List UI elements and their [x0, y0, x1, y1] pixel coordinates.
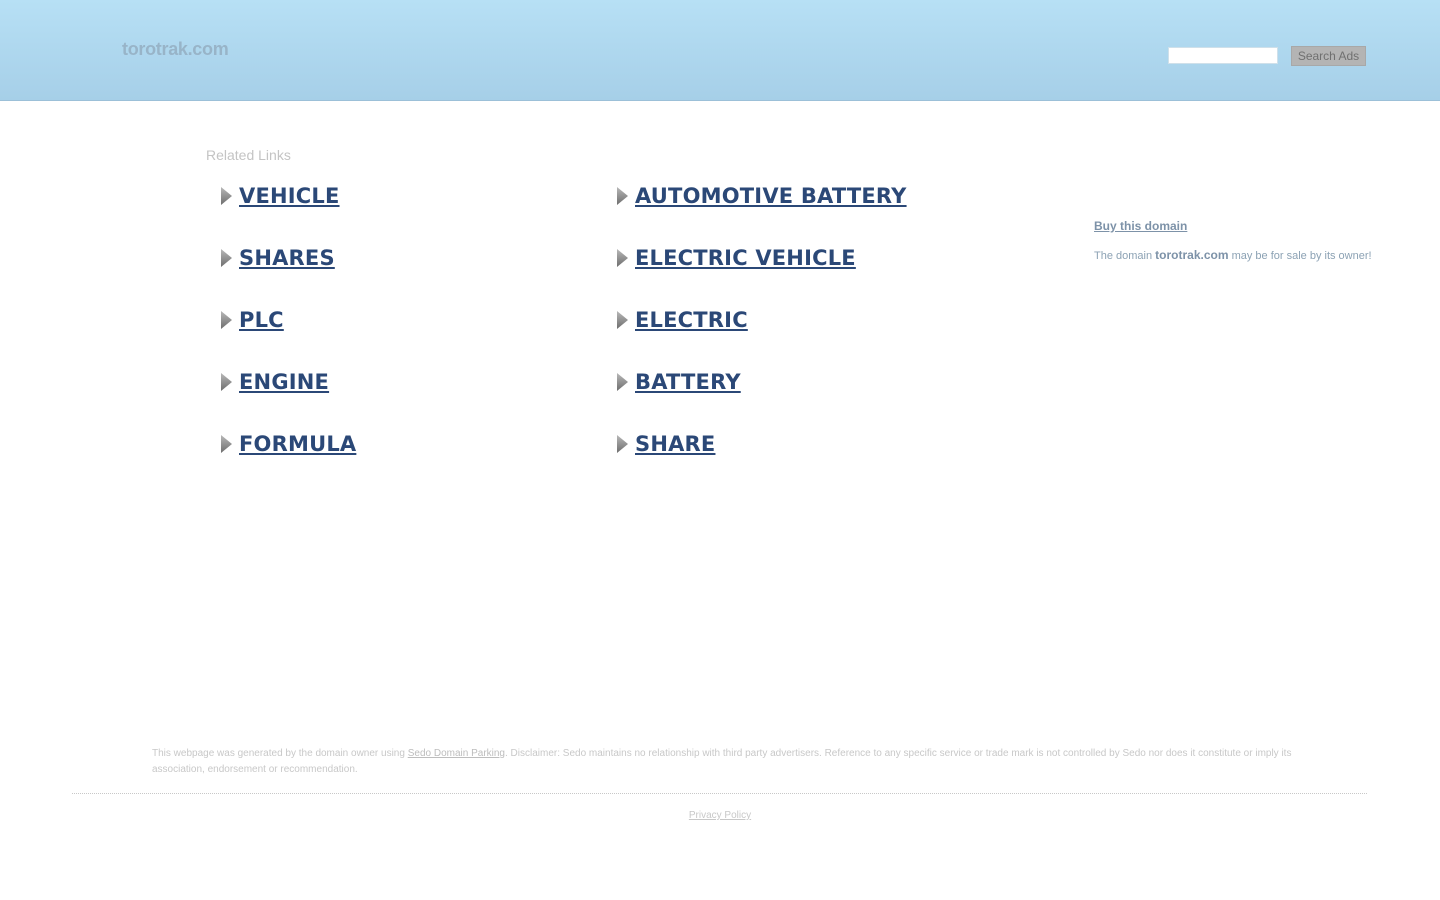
related-link-item[interactable]: ENGINE [220, 367, 329, 397]
related-link-item[interactable]: AUTOMOTIVE BATTERY [616, 181, 907, 211]
sale-note-prefix: The domain [1094, 250, 1156, 262]
triangle-right-icon [221, 311, 232, 329]
sedo-domain-parking-link[interactable]: Sedo Domain Parking [408, 748, 505, 759]
related-link-item[interactable]: ELECTRIC VEHICLE [616, 243, 856, 273]
triangle-right-icon [617, 311, 628, 329]
related-link-item[interactable]: FORMULA [220, 429, 356, 459]
header-bar: torotrak.com Search Ads [0, 0, 1440, 101]
search-ads-button[interactable]: Search Ads [1291, 46, 1366, 66]
domain-sale-note: The domain torotrak.com may be for sale … [1094, 248, 1372, 262]
privacy-policy-row: Privacy Policy [0, 810, 1440, 821]
related-link-battery[interactable]: BATTERY [635, 370, 741, 394]
privacy-policy-link[interactable]: Privacy Policy [689, 810, 751, 821]
related-link-item[interactable]: VEHICLE [220, 181, 340, 211]
related-links-heading: Related Links [206, 147, 291, 163]
related-link-item[interactable]: BATTERY [616, 367, 741, 397]
related-link-item[interactable]: PLC [220, 305, 284, 335]
related-link-vehicle[interactable]: VEHICLE [239, 184, 340, 208]
disclaimer-text: This webpage was generated by the domain… [152, 746, 1332, 778]
triangle-right-icon [617, 373, 628, 391]
triangle-right-icon [221, 435, 232, 453]
triangle-right-icon [617, 249, 628, 267]
related-link-item[interactable]: SHARES [220, 243, 335, 273]
related-link-engine[interactable]: ENGINE [239, 370, 329, 394]
site-title[interactable]: torotrak.com [122, 39, 229, 60]
related-link-formula[interactable]: FORMULA [239, 432, 356, 456]
triangle-right-icon [221, 373, 232, 391]
related-link-shares[interactable]: SHARES [239, 246, 335, 270]
triangle-right-icon [221, 249, 232, 267]
sale-note-domain: torotrak.com [1155, 248, 1229, 262]
related-link-share[interactable]: SHARE [635, 432, 715, 456]
related-link-electric-vehicle[interactable]: ELECTRIC VEHICLE [635, 246, 856, 270]
triangle-right-icon [617, 435, 628, 453]
search-input[interactable] [1168, 47, 1278, 64]
disclaimer-prefix: This webpage was generated by the domain… [152, 748, 408, 759]
buy-domain-link[interactable]: Buy this domain [1094, 219, 1187, 233]
triangle-right-icon [617, 187, 628, 205]
related-link-item[interactable]: SHARE [616, 429, 715, 459]
related-link-electric[interactable]: ELECTRIC [635, 308, 748, 332]
related-link-item[interactable]: ELECTRIC [616, 305, 748, 335]
related-link-plc[interactable]: PLC [239, 308, 284, 332]
footer-divider [72, 793, 1367, 794]
triangle-right-icon [221, 187, 232, 205]
related-link-automotive-battery[interactable]: AUTOMOTIVE BATTERY [635, 184, 907, 208]
sale-note-suffix: may be for sale by its owner! [1228, 250, 1372, 262]
